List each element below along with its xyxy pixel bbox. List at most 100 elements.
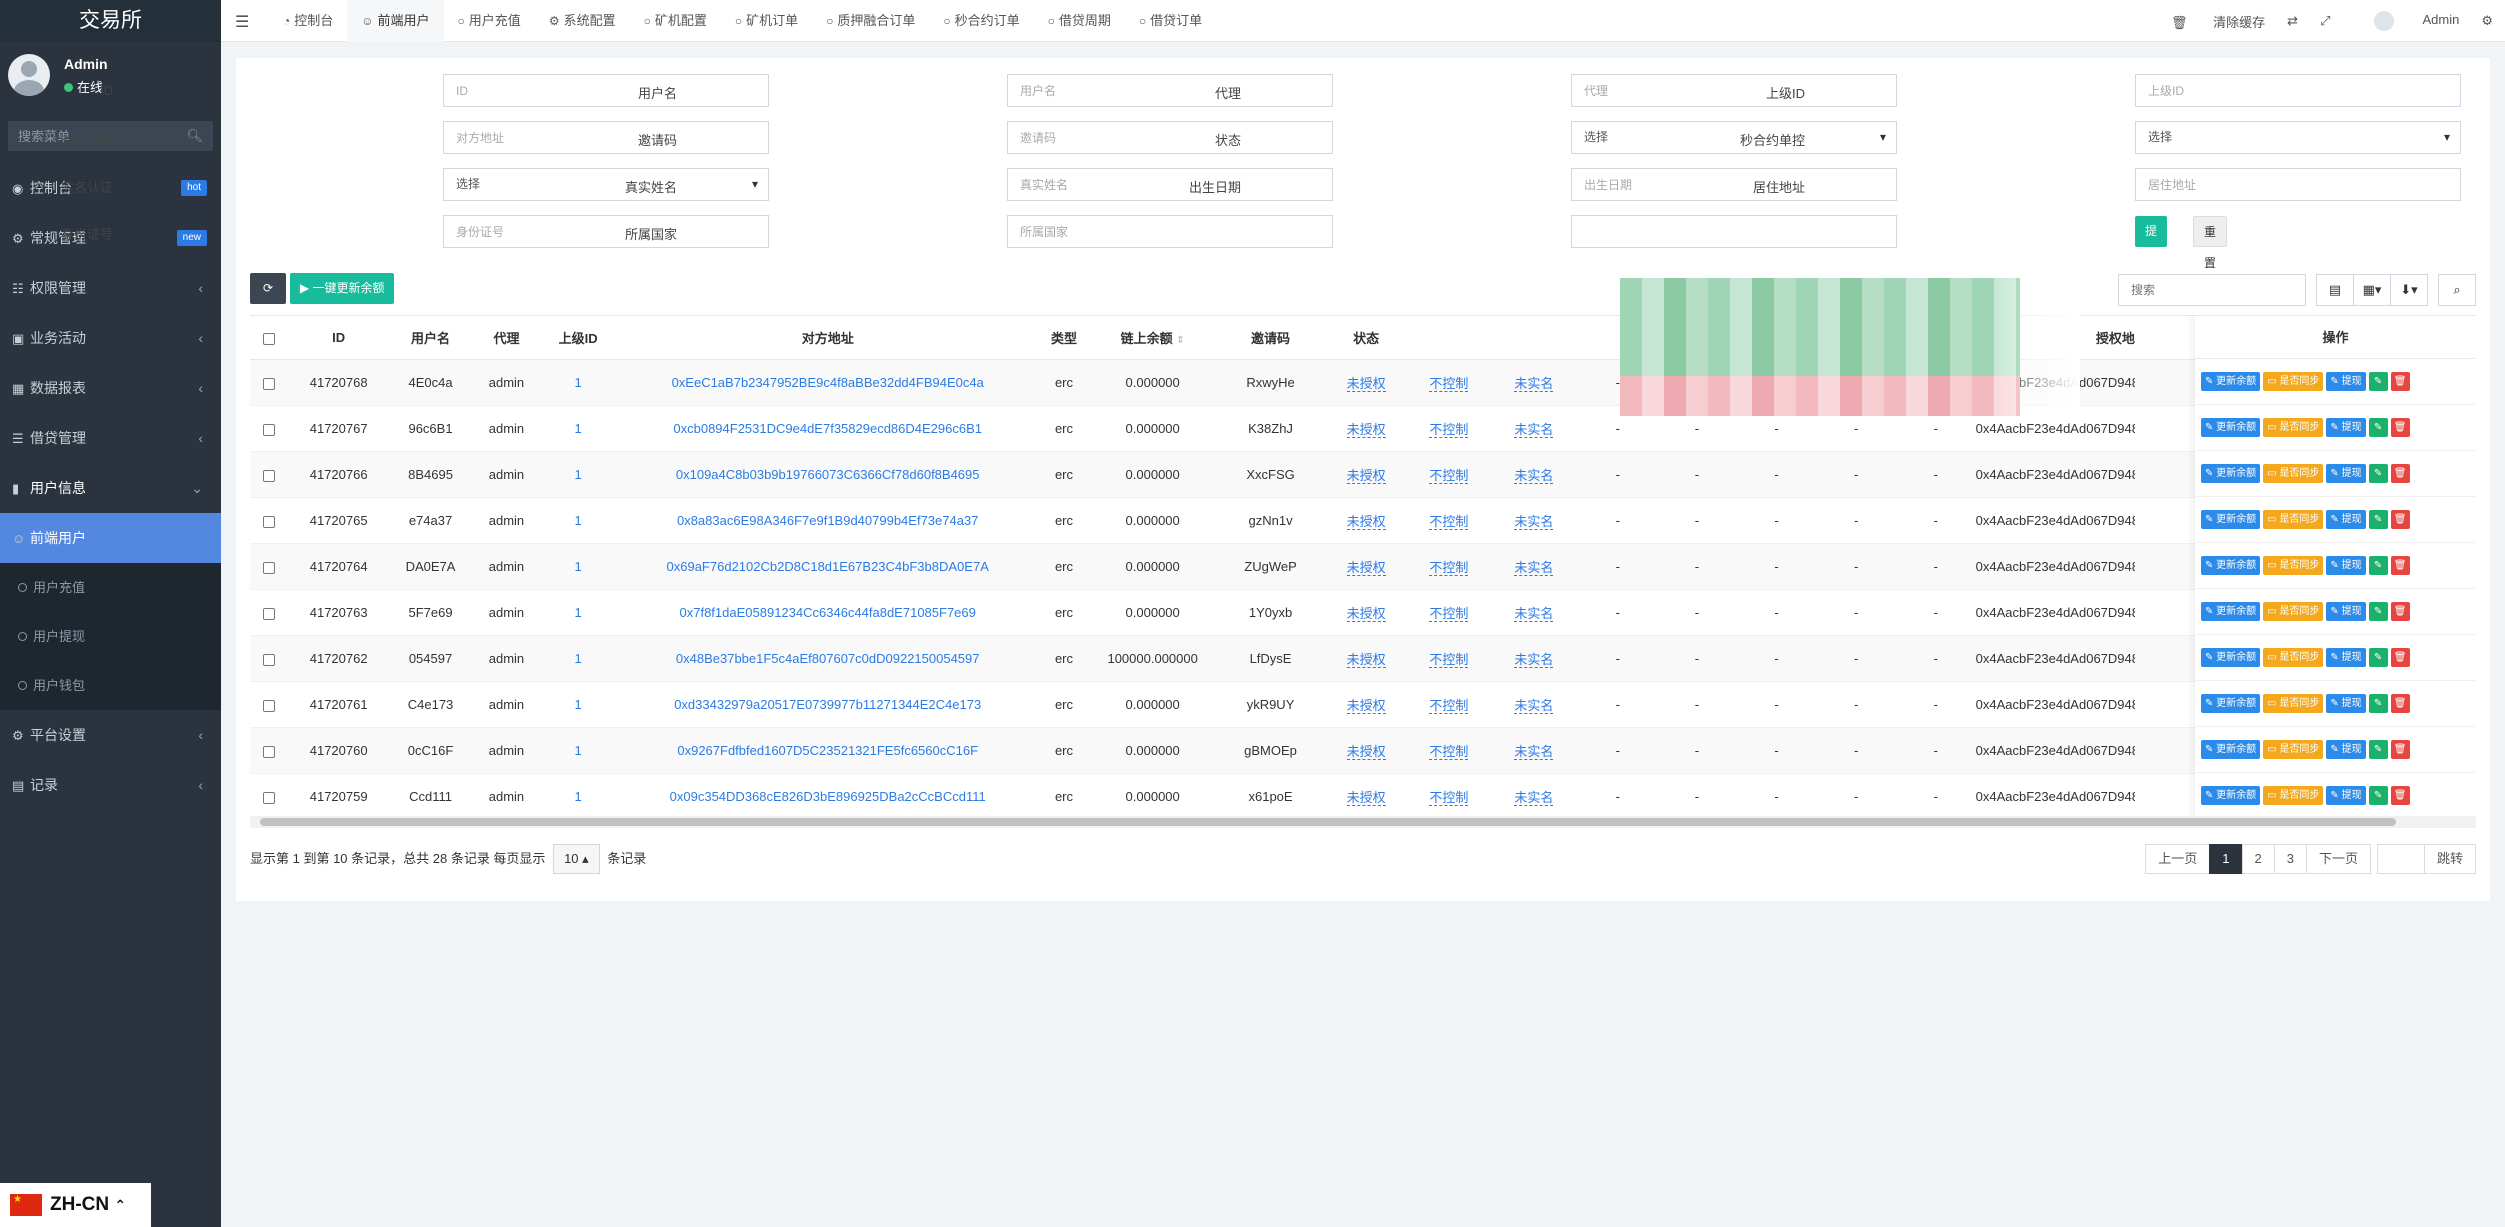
cell-parent-id-link[interactable]: 1 [575, 467, 582, 482]
control-status-link[interactable]: 不控制 [1429, 468, 1469, 484]
auth-status-link[interactable]: 未授权 [1346, 744, 1386, 760]
cell-parent-id-link[interactable]: 1 [575, 697, 582, 712]
parent-id-input[interactable] [2135, 74, 2461, 107]
row-checkbox[interactable] [263, 791, 276, 804]
control-status-link[interactable]: 不控制 [1429, 698, 1469, 714]
col-id[interactable]: ID [288, 315, 390, 360]
withdraw-button[interactable]: ✎ 提现 [2326, 510, 2366, 529]
delete-icon[interactable]: 🗑︎ [2390, 556, 2410, 575]
realname-status-link[interactable]: 未实名 [1514, 422, 1554, 438]
next-page-button[interactable]: 下一页 [2305, 844, 2371, 874]
auth-status-link[interactable]: 未授权 [1346, 652, 1386, 668]
cell-address-link[interactable]: 0x9267Fdfbfed1607D5C23521321FE5fc6560cC1… [677, 743, 978, 758]
delete-icon[interactable]: 🗑︎ [2390, 510, 2410, 529]
sync-button[interactable]: ▭ 是否同步 [2263, 464, 2324, 483]
col-username[interactable]: 用户名 [389, 315, 472, 360]
cell-parent-id-link[interactable]: 1 [575, 789, 582, 804]
cell-address-link[interactable]: 0x109a4C8b03b9b19766073C6366Cf78d60f8B46… [676, 467, 980, 482]
row-checkbox[interactable] [263, 515, 276, 528]
col-id-back[interactable]: 身份反面 [1895, 315, 1976, 360]
update-balance-button[interactable]: ✎ 更新余额 [2201, 510, 2261, 529]
control-status-link[interactable]: 不控制 [1429, 606, 1469, 622]
admin-menu[interactable]: Admin [2352, 11, 2459, 31]
cell-parent-id-link[interactable]: 1 [575, 651, 582, 666]
edit-icon[interactable]: ✎ [2368, 556, 2388, 575]
columns-button[interactable]: ▦▾ [2353, 274, 2391, 306]
update-balance-button[interactable]: ✎ 更新余额 [2201, 602, 2261, 621]
realname-status-link[interactable]: 未实名 [1514, 744, 1554, 760]
realname-status-link[interactable]: 未实名 [1514, 606, 1554, 622]
sidebar-item-business[interactable]: ▣ 业务活动 ‹ [0, 313, 221, 363]
realname-status-link[interactable]: 未实名 [1514, 468, 1554, 484]
control-status-link[interactable]: 不控制 [1429, 514, 1469, 530]
sync-button[interactable]: ▭ 是否同步 [2263, 602, 2324, 621]
withdraw-button[interactable]: ✎ 提现 [2326, 372, 2366, 391]
col-auth-address[interactable]: 授权地 [1975, 315, 2135, 360]
tab-loan-cycle[interactable]: ○ 借贷周期 [1034, 0, 1125, 42]
menu-toggle-icon[interactable]: ☰ [235, 12, 249, 32]
cell-address-link[interactable]: 0xd33432979a20517E0739977b11271344E2C4e1… [674, 697, 981, 712]
submit-button[interactable]: 提交 [2135, 216, 2168, 269]
col-type[interactable]: 类型 [1040, 315, 1088, 360]
residence-input[interactable] [2135, 168, 2461, 201]
sidebar-item-platform[interactable]: ⚙ 平台设置 ‹ [0, 710, 221, 760]
control-status-link[interactable]: 不控制 [1429, 376, 1469, 392]
update-balance-button[interactable]: ✎ 更新余额 [2201, 418, 2261, 437]
sidebar-item-records[interactable]: ▤ 记录 ‹ [0, 760, 221, 810]
row-checkbox[interactable] [263, 377, 276, 390]
delete-icon[interactable]: 🗑︎ [2390, 694, 2410, 713]
delete-icon[interactable]: 🗑︎ [2390, 464, 2410, 483]
auth-status-link[interactable]: 未授权 [1346, 468, 1386, 484]
cell-parent-id-link[interactable]: 1 [575, 743, 582, 758]
status-select[interactable]: 选择 [1571, 121, 1897, 154]
delete-icon[interactable]: 🗑︎ [2390, 602, 2410, 621]
withdraw-button[interactable]: ✎ 提现 [2326, 464, 2366, 483]
auth-status-link[interactable]: 未授权 [1346, 698, 1386, 714]
fullscreen-icon[interactable]: ⤢ [2320, 13, 2330, 29]
realname-status-link[interactable]: 未实名 [1514, 698, 1554, 714]
realname-status-link[interactable]: 未实名 [1514, 376, 1554, 392]
edit-icon[interactable]: ✎ [2368, 694, 2388, 713]
edit-icon[interactable]: ✎ [2368, 648, 2388, 667]
row-checkbox[interactable] [263, 607, 276, 620]
update-balance-button[interactable]: ✎ 更新余额 [2201, 648, 2261, 667]
jump-button[interactable]: 跳转 [2423, 844, 2476, 874]
row-checkbox[interactable] [263, 561, 276, 574]
control-status-link[interactable]: 不控制 [1429, 560, 1469, 576]
tab-loan-orders[interactable]: ○ 借贷订单 [1125, 0, 1216, 42]
cell-address-link[interactable]: 0x69aF76d2102Cb2D8C18d1E67B23C4bF3b8DA0E… [667, 559, 989, 574]
app-logo[interactable]: 交易所 [0, 0, 221, 42]
blurred-input[interactable] [1571, 215, 1897, 248]
row-checkbox[interactable] [263, 423, 276, 436]
cell-address-link[interactable]: 0x7f8f1daE05891234Cc6346c44fa8dE71085F7e… [680, 605, 976, 620]
page-1-button[interactable]: 1 [2209, 844, 2243, 874]
cell-parent-id-link[interactable]: 1 [575, 421, 582, 436]
sidebar-item-user-wallet[interactable]: 用户钱包 [0, 661, 221, 710]
col-invite-code[interactable]: 邀请码 [1217, 315, 1324, 360]
update-balance-button[interactable]: ✎ 更新余额 [2201, 372, 2261, 391]
tab-dashboard[interactable]: ◔ 控制台 [269, 0, 347, 42]
page-size-select[interactable]: 10 ▴ [553, 844, 600, 874]
sidebar-item-auth[interactable]: ☷ 权限管理 ‹ [0, 263, 221, 313]
select-all-checkbox[interactable] [263, 332, 276, 345]
delete-icon[interactable]: 🗑︎ [2390, 740, 2410, 759]
delete-icon[interactable]: 🗑︎ [2390, 786, 2410, 805]
cell-address-link[interactable]: 0x48Be37bbe1F5c4aEf807607c0dD09221500545… [676, 651, 980, 666]
sidebar-item-userinfo[interactable]: ▮ 用户信息 ⌄ [0, 463, 221, 513]
scrollbar-thumb[interactable] [260, 818, 2396, 826]
control-status-link[interactable]: 不控制 [1429, 744, 1469, 760]
edit-icon[interactable]: ✎ [2368, 510, 2388, 529]
language-selector[interactable]: ZH-CN ⌃ [0, 1183, 151, 1227]
col-address[interactable]: 对方地址 [615, 315, 1041, 360]
contract-control-select[interactable]: 选择 [2135, 121, 2461, 154]
idcard-input[interactable] [443, 215, 769, 248]
agent-input[interactable] [1571, 74, 1897, 107]
auth-status-link[interactable]: 未授权 [1346, 514, 1386, 530]
tab-contract-orders[interactable]: ○ 秒合约订单 [929, 0, 1033, 42]
delete-icon[interactable]: 🗑︎ [2390, 418, 2410, 437]
sidebar-item-frontend-users[interactable]: ☺ 前端用户 [0, 513, 221, 563]
tab-miner-orders[interactable]: ○ 矿机订单 [721, 0, 812, 42]
auth-status-link[interactable]: 未授权 [1346, 422, 1386, 438]
cell-address-link[interactable]: 0x8a83ac6E98A346F7e9f1B9d40799b4Ef73e74a… [677, 513, 978, 528]
cell-parent-id-link[interactable]: 1 [575, 513, 582, 528]
